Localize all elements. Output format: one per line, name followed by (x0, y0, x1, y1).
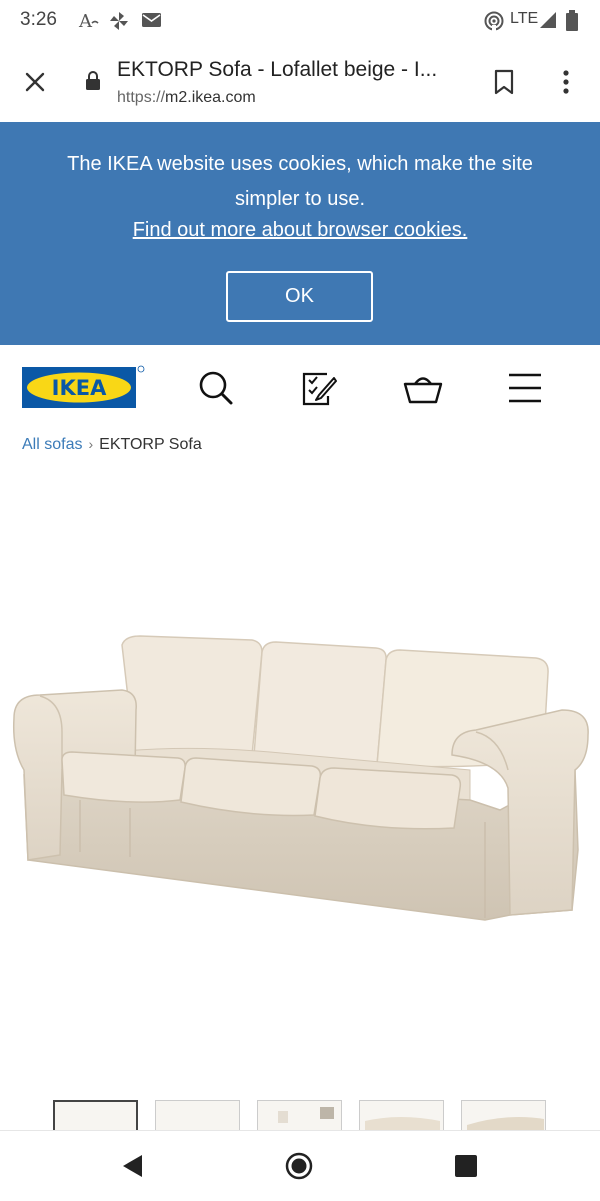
shopping-list-icon[interactable] (301, 370, 339, 408)
thumbnail-3[interactable] (257, 1100, 342, 1132)
status-time: 3:26 (20, 9, 57, 30)
home-icon[interactable] (285, 1152, 313, 1180)
thumbnail-4[interactable] (359, 1100, 444, 1132)
bookmark-icon[interactable] (493, 69, 515, 95)
thumbnail-5-image (467, 1117, 544, 1132)
overflow-menu-icon[interactable] (561, 69, 571, 97)
search-icon[interactable] (198, 370, 234, 406)
back-icon[interactable] (120, 1153, 144, 1179)
url-domain: m2.ikea.com (165, 89, 256, 106)
ikea-logo[interactable]: IKEA (22, 365, 146, 410)
ikea-logo-text: IKEA (52, 376, 107, 400)
breadcrumb-all-sofas[interactable]: All sofas (22, 436, 82, 453)
recents-icon[interactable] (454, 1154, 478, 1178)
product-image[interactable] (0, 470, 600, 1090)
url-scheme: https:// (117, 89, 166, 106)
cookie-banner: The IKEA website uses cookies, which mak… (0, 122, 600, 345)
hotspot-icon (484, 11, 504, 31)
thumbnail-5[interactable] (461, 1100, 546, 1132)
thumbnail-strip (0, 1098, 600, 1132)
mail-icon (142, 13, 161, 27)
lock-icon (86, 71, 100, 90)
thumbnail-4-image (365, 1117, 440, 1132)
page-title[interactable]: EKTORP Sofa - Lofallet beige - I... (117, 58, 472, 82)
cookie-info-link: Find out more about browser cookies. (0, 219, 600, 242)
signal-icon (540, 12, 556, 28)
url-field[interactable]: https://m2.ikea.com (117, 89, 256, 107)
breadcrumb: All sofas › EKTORP Sofa (22, 436, 202, 454)
site-header: IKEA (0, 345, 600, 433)
thumbnail-2[interactable] (155, 1100, 240, 1132)
cookie-message: The IKEA website uses cookies, which mak… (67, 153, 533, 210)
network-type: LTE (510, 10, 539, 27)
thumbnail-3-image (278, 1107, 334, 1123)
svg-text:A: A (78, 11, 93, 32)
system-nav-bar (0, 1130, 600, 1201)
browser-toolbar (0, 42, 600, 122)
pinwheel-icon (110, 12, 128, 30)
cookie-info-link-text[interactable]: Find out more about browser cookies. (133, 219, 468, 241)
chevron-right-icon: › (88, 436, 94, 452)
thumbnail-1[interactable] (53, 1100, 138, 1132)
close-tab-icon[interactable] (24, 71, 46, 93)
font-icon: A (78, 11, 99, 32)
cookie-ok-button[interactable]: OK (226, 271, 373, 322)
battery-icon (566, 10, 578, 31)
status-bar: 3:26 A LTE (0, 0, 600, 42)
basket-icon[interactable] (403, 371, 443, 405)
breadcrumb-current: EKTORP Sofa (99, 436, 202, 453)
menu-icon[interactable] (507, 372, 543, 404)
